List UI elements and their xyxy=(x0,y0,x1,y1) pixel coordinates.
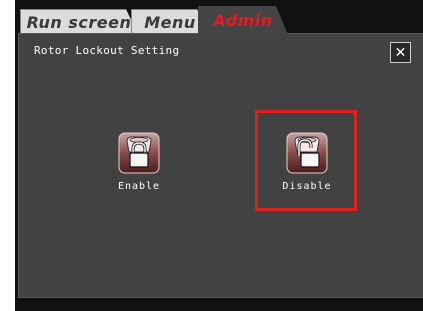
rotor-unlock-icon xyxy=(286,132,328,174)
page-title: Rotor Lockout Setting xyxy=(34,44,180,57)
close-button[interactable]: ✕ xyxy=(390,42,411,63)
enable-label: Enable xyxy=(117,181,161,192)
rotor-lock-icon xyxy=(118,132,160,174)
tab-run-screen[interactable]: Run screen xyxy=(20,9,138,35)
close-icon: ✕ xyxy=(394,44,407,61)
tab-admin[interactable]: Admin xyxy=(198,6,288,35)
disable-option-button[interactable]: Disable xyxy=(272,132,342,192)
admin-panel xyxy=(18,33,423,298)
enable-option-button[interactable]: Enable xyxy=(104,132,174,192)
tab-menu[interactable]: Menu xyxy=(131,9,209,35)
disable-label: Disable xyxy=(282,181,332,192)
